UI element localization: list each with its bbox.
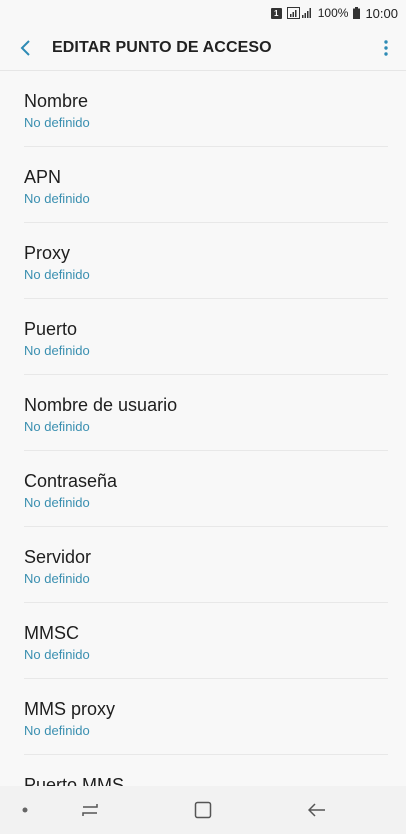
list-item-mms-proxy[interactable]: MMS proxy No definido	[0, 679, 406, 755]
item-label: MMSC	[24, 623, 79, 643]
battery-percent: 100%	[317, 6, 349, 20]
item-value: No definido	[24, 191, 90, 206]
item-label: Puerto	[24, 319, 78, 339]
recents-button[interactable]	[70, 786, 110, 834]
chevron-left-icon	[20, 40, 30, 56]
app-header: EDITAR PUNTO DE ACCESO	[0, 26, 406, 71]
signal-icon	[286, 7, 313, 19]
list-item-servidor[interactable]: Servidor No definido	[0, 527, 406, 603]
item-label: Servidor	[24, 547, 92, 567]
item-label: Nombre de usuario	[24, 395, 178, 415]
back-arrow-icon	[308, 803, 325, 817]
home-button[interactable]	[183, 786, 223, 834]
back-nav-button[interactable]	[297, 786, 337, 834]
list-item-contrasena[interactable]: Contraseña No definido	[0, 451, 406, 527]
item-value: No definido	[24, 115, 90, 130]
item-label: MMS proxy	[24, 699, 116, 719]
item-label: Nombre	[24, 91, 89, 111]
status-bar: 1 100% 10:00	[0, 0, 406, 26]
item-value: No definido	[24, 419, 90, 434]
list-item-puerto-mms[interactable]: Puerto MMS	[0, 755, 406, 786]
clock: 10:00	[365, 5, 398, 21]
item-value: No definido	[24, 647, 90, 662]
recents-icon	[82, 804, 98, 816]
home-icon	[194, 801, 212, 819]
nav-dot[interactable]	[10, 786, 40, 834]
item-value: No definido	[24, 495, 90, 510]
list-item-apn[interactable]: APN No definido	[0, 147, 406, 223]
list-item-proxy[interactable]: Proxy No definido	[0, 223, 406, 299]
list-item-mmsc[interactable]: MMSC No definido	[0, 603, 406, 679]
dot-icon	[22, 807, 28, 813]
item-label: Puerto MMS	[24, 775, 125, 786]
sim-icon: 1	[270, 7, 282, 19]
back-button[interactable]	[0, 26, 52, 70]
item-label: Proxy	[24, 243, 71, 263]
more-vertical-icon	[384, 40, 388, 56]
battery-icon	[353, 7, 361, 19]
list-item-nombre-de-usuario[interactable]: Nombre de usuario No definido	[0, 375, 406, 451]
navigation-bar	[0, 786, 406, 834]
item-label: APN	[24, 167, 62, 187]
page-title: EDITAR PUNTO DE ACCESO	[52, 39, 272, 56]
item-value: No definido	[24, 571, 90, 586]
list-item-puerto[interactable]: Puerto No definido	[0, 299, 406, 375]
list-item-nombre[interactable]: Nombre No definido	[0, 71, 406, 147]
item-label: Contraseña	[24, 471, 118, 491]
item-value: No definido	[24, 723, 90, 738]
item-value: No definido	[24, 267, 90, 282]
apn-settings-list: Nombre No definido APN No definido Proxy…	[0, 71, 406, 786]
item-value: No definido	[24, 343, 90, 358]
more-options-button[interactable]	[366, 26, 406, 70]
